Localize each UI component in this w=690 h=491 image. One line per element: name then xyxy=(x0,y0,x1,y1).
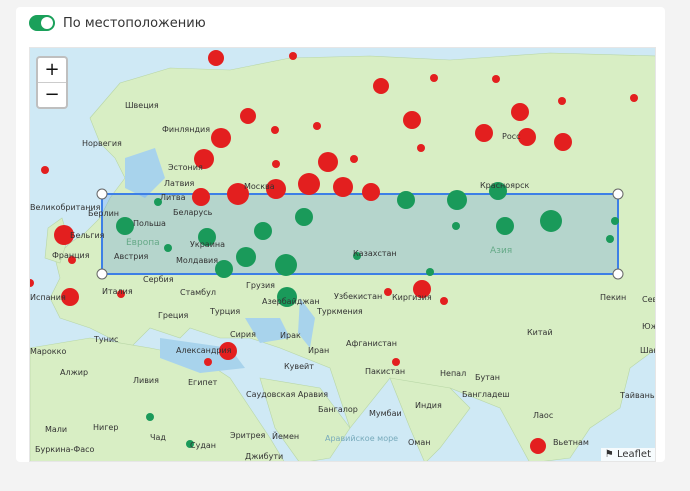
label-greece: Греция xyxy=(158,311,189,320)
label-moldova: Молдавия xyxy=(176,256,218,265)
map-view[interactable]: Швеция Финляндия Норвегия Эстония Латвия… xyxy=(29,47,656,462)
label-egypt: Египет xyxy=(188,378,218,387)
zoom-control: + − xyxy=(36,56,68,109)
attribution-text[interactable]: Leaflet xyxy=(617,449,651,460)
label-saudi: Саудовская Аравия xyxy=(246,390,328,399)
label-libya: Ливия xyxy=(133,376,159,385)
label-beijing: Пекин xyxy=(600,293,626,302)
label-laos: Лаос xyxy=(533,411,553,420)
label-djibouti: Джибути xyxy=(245,452,283,461)
label-pakistan: Пакистан xyxy=(365,367,405,376)
label-alexandria: Александрия xyxy=(176,346,232,355)
label-russia: Росс xyxy=(502,132,521,141)
label-istanbul: Стамбул xyxy=(180,288,216,297)
label-belarus: Беларусь xyxy=(173,208,213,217)
label-uzbekistan: Узбекистан xyxy=(334,292,382,301)
map-attribution[interactable]: ⚑ Leaflet xyxy=(600,448,655,461)
label-morocco: Марокко xyxy=(30,347,66,356)
label-chad: Чад xyxy=(150,433,166,442)
label-oman: Бангалор xyxy=(318,405,358,414)
label-india: Индия xyxy=(415,401,442,410)
toggle-knob xyxy=(41,17,53,29)
label-eritrea: Эритрея xyxy=(230,431,266,440)
label-moscow: Москва xyxy=(244,182,275,191)
label-bangladesh: Бангладеш xyxy=(462,390,510,399)
label-ukraine: Украина xyxy=(190,240,225,249)
label-estonia: Эстония xyxy=(168,163,203,172)
label-latvia: Латвия xyxy=(164,179,194,188)
location-toggle-switch[interactable] xyxy=(29,15,55,31)
label-south-korea: Юж xyxy=(642,322,656,331)
label-north-korea: Сев xyxy=(642,295,656,304)
label-nepal: Непал xyxy=(440,369,466,378)
label-kazakhstan: Казахстан xyxy=(353,249,397,258)
label-kuwait: Кувейт xyxy=(284,362,314,371)
label-bhutan: Бутан xyxy=(475,373,500,382)
label-uk: Великобритания xyxy=(30,203,101,212)
label-sudan: Судан xyxy=(190,441,216,450)
zoom-in-button[interactable]: + xyxy=(38,58,66,83)
label-syria: Сирия xyxy=(230,330,256,339)
label-austria: Австрия xyxy=(114,252,149,261)
label-burkina: Буркина-Фасо xyxy=(35,445,95,454)
handle-top-right[interactable] xyxy=(612,188,624,200)
label-kyrgyzstan: Киргизия xyxy=(392,293,432,302)
label-turkey: Турция xyxy=(209,307,240,316)
label-afghanistan: Афганистан xyxy=(346,339,397,348)
label-norway: Норвегия xyxy=(82,139,122,148)
label-finland: Финляндия xyxy=(162,125,210,134)
label-shanghai: Шанх xyxy=(640,346,656,355)
label-lithuania: Литва xyxy=(160,193,186,202)
label-azerbaijan: Азербайджан xyxy=(262,297,320,306)
label-asia: Азия xyxy=(490,246,512,256)
label-belgium: Бельгия xyxy=(70,231,105,240)
label-china: Китай xyxy=(527,328,553,337)
label-europe: Европа xyxy=(126,238,160,248)
label-spain: Испания xyxy=(30,293,66,302)
label-sweden: Швеция xyxy=(125,101,159,110)
handle-bottom-right[interactable] xyxy=(612,268,624,280)
label-france: Франция xyxy=(52,251,90,260)
label-iran: Иран xyxy=(308,346,329,355)
location-toggle-label: По местоположению xyxy=(63,15,206,31)
handle-bottom-left[interactable] xyxy=(96,268,108,280)
label-mali: Мали xyxy=(45,425,67,434)
label-serbia: Сербия xyxy=(143,275,174,284)
label-mumbai: Мумбаи xyxy=(369,409,402,418)
label-krasnoyarsk: Красноярск xyxy=(480,181,529,190)
label-turkmenistan: Туркмения xyxy=(316,307,363,316)
label-poland: Польша xyxy=(133,219,166,228)
label-iraq: Ирак xyxy=(280,331,301,340)
label-bangalore: Оман xyxy=(408,438,430,447)
location-toggle-row[interactable]: По местоположению xyxy=(29,12,206,34)
label-arabian-sea: Аравийское море xyxy=(325,434,398,443)
label-vietnam: Вьетнам xyxy=(553,438,589,447)
zoom-out-button[interactable]: − xyxy=(38,83,66,107)
label-italy: Италия xyxy=(102,287,133,296)
label-yemen: Йемен xyxy=(272,430,299,441)
label-taiwan: Тайвань xyxy=(619,391,655,400)
label-algeria: Алжир xyxy=(60,368,88,377)
handle-top-left[interactable] xyxy=(96,188,108,200)
label-tunisia: Тунис xyxy=(93,335,118,344)
map-svg[interactable]: Швеция Финляндия Норвегия Эстония Латвия… xyxy=(30,48,656,462)
label-georgia: Грузия xyxy=(246,281,275,290)
label-niger: Нигер xyxy=(93,423,118,432)
